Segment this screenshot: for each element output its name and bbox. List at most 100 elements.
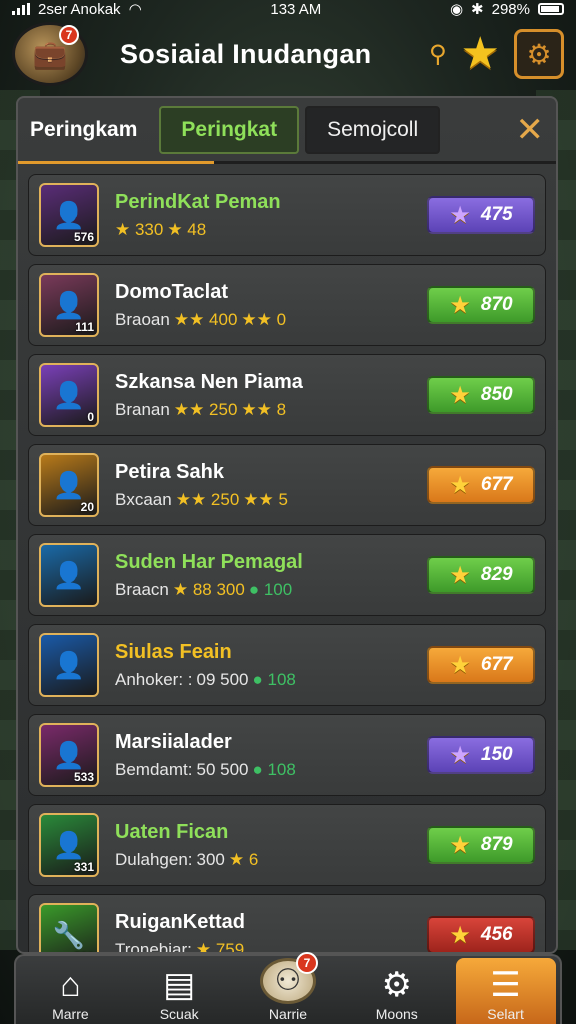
player-name: Suden Har Pemagal: [115, 550, 303, 573]
status-bar: 2ser Anokak ◠ 133 AM ◉ ✱ 298%: [0, 0, 576, 18]
stat-value: Bemdamt:: [115, 759, 193, 779]
app-logo-button[interactable]: 💼 7: [12, 22, 88, 86]
avatar-level: 576: [73, 230, 94, 244]
player-row[interactable]: 👤 Siulas Feain Anhoker: :09 500 ● 108 ★ 677: [28, 624, 546, 706]
nav-item-menu[interactable]: ☰ Selart: [455, 958, 556, 1024]
player-row[interactable]: 👤 Suden Har Pemagal Braacn ★ 88 300 ● 100 ★ 82…: [28, 534, 546, 616]
player-stats: Bemdamt: 50 500 ● 108: [115, 760, 427, 780]
player-name: DomoTaclat: [115, 280, 228, 303]
score-value: 850: [480, 384, 513, 405]
stat-value: 09 500: [196, 669, 249, 689]
player-name: PerindKat Peman: [115, 190, 281, 213]
nav-label: Scuak: [159, 1006, 199, 1022]
stat-value: Braoan: [115, 309, 170, 329]
nav-item-scoreboard[interactable]: ▤ Scuak: [129, 958, 229, 1024]
avatar-level: 533: [73, 770, 94, 784]
player-stats: Tronebiar: ★ 759: [115, 939, 427, 954]
close-button[interactable]: ✕: [516, 110, 545, 150]
carrier-name: 2ser Anokak: [38, 0, 121, 18]
notification-badge: 7: [59, 25, 79, 45]
stat-value: ★ 6: [228, 849, 259, 869]
clock: 133 AM: [270, 0, 322, 18]
player-info: PerindKat Peman ★ 330 ★ 48: [115, 191, 427, 240]
score-badge[interactable]: ★ 879: [427, 826, 535, 864]
score-value: 870: [480, 294, 513, 315]
score-badge[interactable]: ★ 829: [427, 556, 535, 594]
favorites-star-icon[interactable]: ★: [461, 32, 500, 76]
star-icon: ★: [449, 831, 471, 859]
stat-value: Bxcaan: [115, 489, 172, 509]
player-info: Marsiialader Bemdamt: 50 500 ● 108: [115, 731, 427, 780]
avatar-portrait-icon: 👤: [52, 649, 86, 680]
player-info: Suden Har Pemagal Braacn ★ 88 300 ● 100: [115, 551, 427, 600]
stat-value: ★ 759: [195, 939, 245, 954]
stat-value: 50 500: [196, 759, 249, 779]
menu-icon: ☰: [490, 966, 521, 1004]
player-row[interactable]: 👤 0 Szkansa Nen Piama Branan ★★ 250 ★★ 8 ★ 850: [28, 354, 546, 436]
player-stats: Bxcaan ★★ 250 ★★ 5: [115, 490, 427, 510]
signal-icon: [12, 3, 30, 15]
leaderboard-panel: Peringkam Peringkat Semojcoll ✕ 👤 576 Peri…: [16, 96, 558, 954]
stat-value: Branan: [115, 399, 170, 419]
avatar-level: 0: [87, 410, 94, 424]
gear-wheel-icon: ⚙: [381, 966, 413, 1004]
player-row[interactable]: 👤 111 DomoTaclat Braoan ★★ 400 ★★ 0 ★ 870: [28, 264, 546, 346]
star-icon: ★: [449, 381, 471, 409]
nav-badge: 7: [295, 952, 318, 974]
player-name: Marsiialader: [115, 730, 232, 753]
tab-semojcoll[interactable]: Semojcoll: [305, 105, 441, 154]
tab-peringkat[interactable]: Peringkat: [159, 105, 300, 154]
player-row[interactable]: 👤 331 Uaten Fican Dulahgen: 300 ★ 6 ★ 879: [28, 804, 546, 886]
star-icon: ★: [449, 921, 471, 949]
score-badge[interactable]: ★ 850: [427, 376, 535, 414]
player-stats: Dulahgen: 300 ★ 6: [115, 850, 427, 870]
player-avatar: 👤: [39, 633, 99, 697]
avatar-level: 331: [73, 860, 94, 874]
stat-value: ● 108: [252, 669, 296, 689]
star-icon: ★: [449, 201, 471, 229]
score-badge[interactable]: ★ 475: [427, 196, 535, 234]
stat-value: 300: [196, 849, 225, 869]
score-badge[interactable]: ★ 870: [427, 286, 535, 324]
stat-value: ★ 330: [115, 219, 164, 239]
stat-value: ● 108: [252, 759, 296, 779]
player-row[interactable]: 🔧521 RuiganKettad Tronebiar:★ 759 ★ 456: [28, 894, 546, 954]
player-avatar: 👤 576: [39, 183, 99, 247]
star-icon: ★: [449, 471, 471, 499]
player-stats: Braoan ★★ 400 ★★ 0: [115, 310, 427, 330]
nav-item-center-action[interactable]: ⚇ 7 Narrie: [238, 952, 338, 1024]
alarm-icon: ◉: [449, 1, 464, 18]
score-value: 150: [480, 744, 513, 765]
avatar-portrait-icon: 👤: [52, 469, 86, 500]
score-badge[interactable]: ★ 677: [427, 466, 535, 504]
stat-value: ● 100: [248, 579, 293, 599]
player-avatar: 👤 20: [39, 453, 99, 517]
stat-value: ★★ 8: [241, 399, 287, 419]
star-icon: ★: [449, 291, 471, 319]
avatar-portrait-icon: 👤: [52, 559, 86, 590]
avatar-level: 20: [80, 500, 94, 514]
star-icon: ★: [449, 741, 471, 769]
nav-label: Moons: [375, 1006, 418, 1022]
search-icon[interactable]: ⚲: [429, 40, 447, 69]
stat-value: ★ 88 300: [172, 579, 245, 599]
player-info: Szkansa Nen Piama Branan ★★ 250 ★★ 8: [115, 371, 427, 420]
player-name: Szkansa Nen Piama: [115, 370, 303, 393]
player-row[interactable]: 👤 576 PerindKat Peman ★ 330 ★ 48 ★ 475: [28, 174, 546, 256]
player-row[interactable]: 👤 533 Marsiialader Bemdamt: 50 500 ● 108 ★ 150: [28, 714, 546, 796]
home-icon: ⌂: [60, 966, 81, 1004]
score-badge[interactable]: ★ 456: [427, 916, 535, 952]
star-icon: ★: [449, 651, 471, 679]
nav-item-home[interactable]: ⌂ Marre: [20, 958, 120, 1024]
score-badge[interactable]: ★ 150: [427, 736, 535, 774]
star-icon: ★: [449, 561, 471, 589]
settings-button[interactable]: ⚙: [514, 29, 564, 79]
avatar-portrait-icon: 👤: [52, 199, 86, 230]
score-badge[interactable]: ★ 677: [427, 646, 535, 684]
app-header: 💼 7 Sosiaial Inudangan ⚲ ★ ⚙: [0, 20, 576, 88]
nav-item-moons[interactable]: ⚙ Moons: [347, 958, 447, 1024]
wifi-icon: ◠: [128, 1, 142, 18]
page-title: Sosiaial Inudangan: [120, 38, 372, 69]
player-row[interactable]: 👤 20 Petira Sahk Bxcaan ★★ 250 ★★ 5 ★ 677: [28, 444, 546, 526]
stat-value: ★★ 400: [173, 309, 238, 329]
